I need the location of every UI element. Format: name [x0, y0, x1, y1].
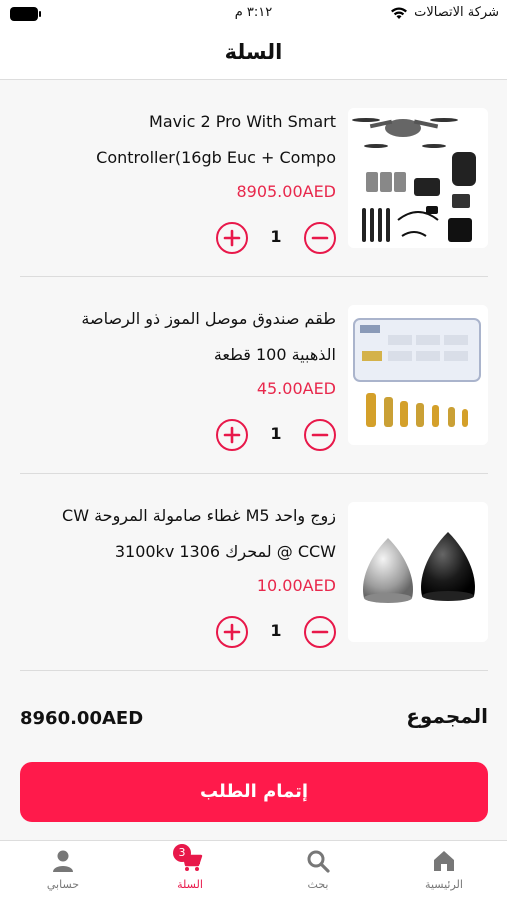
product-title-line2: الذهبية 100 قطعة: [213, 345, 336, 364]
quantity-value: 1: [270, 227, 282, 246]
product-title-line1: زوج واحد M5 غطاء صامولة المروحة CW: [62, 506, 336, 525]
status-bar: ٣:١٢ م شركة الاتصالات: [0, 0, 507, 30]
decrease-quantity-button[interactable]: [304, 222, 336, 254]
product-title[interactable]: Mavic 2 Pro With Smart Controller(16gb E…: [36, 104, 336, 176]
product-title[interactable]: زوج واحد M5 غطاء صامولة المروحة CW CCW @…: [36, 498, 336, 570]
product-title-line1: طقم صندوق موصل الموز ذو الرصاصة: [81, 309, 336, 328]
checkout-button[interactable]: إتمام الطلب: [20, 762, 488, 822]
increase-quantity-button[interactable]: [216, 419, 248, 451]
quantity-value: 1: [270, 621, 282, 640]
product-price: 45.00AED: [256, 379, 336, 398]
nav-search[interactable]: بحث: [255, 841, 381, 900]
nav-home[interactable]: الرئيسية: [381, 841, 507, 900]
cart-item: طقم صندوق موصل الموز ذو الرصاصة الذهبية …: [20, 277, 488, 474]
quantity-value: 1: [270, 424, 282, 443]
user-icon: [53, 850, 73, 872]
header: السلة: [0, 30, 507, 80]
product-price: 8905.00AED: [236, 182, 336, 201]
carrier-name: شركة الاتصالات: [414, 5, 499, 20]
product-image[interactable]: [348, 108, 488, 248]
cart-item: Mavic 2 Pro With Smart Controller(16gb E…: [20, 80, 488, 277]
decrease-quantity-button[interactable]: [304, 419, 336, 451]
total-label: المجموع: [406, 704, 488, 728]
nav-cart-label: السلة: [177, 878, 203, 891]
page-title: السلة: [224, 40, 283, 64]
product-title-line2: CCW @ لمحرك 1306 3100kv: [114, 542, 336, 561]
total-row: 8960.00AED المجموع: [20, 700, 488, 740]
product-image[interactable]: [348, 502, 488, 642]
increase-quantity-button[interactable]: [216, 222, 248, 254]
nav-search-label: بحث: [307, 878, 329, 891]
product-image[interactable]: [348, 305, 488, 445]
total-value: 8960.00AED: [20, 708, 144, 729]
product-title[interactable]: طقم صندوق موصل الموز ذو الرصاصة الذهبية …: [36, 301, 336, 373]
quantity-stepper: 1: [216, 614, 336, 648]
product-price: 10.00AED: [256, 576, 336, 595]
decrease-quantity-button[interactable]: [304, 616, 336, 648]
cart-icon-wrap: 3: [173, 844, 203, 874]
increase-quantity-button[interactable]: [216, 616, 248, 648]
quantity-stepper: 1: [216, 220, 336, 254]
nav-home-label: الرئيسية: [425, 878, 463, 891]
nav-account[interactable]: حسابي: [0, 841, 126, 900]
product-title-line1: Mavic 2 Pro With Smart: [149, 112, 336, 131]
search-icon: [307, 850, 330, 873]
minus-icon: [311, 433, 329, 437]
status-carrier: شركة الاتصالات: [390, 5, 499, 20]
nav-account-label: حسابي: [46, 878, 80, 891]
cart-count-badge: 3: [173, 844, 191, 862]
cart-item: زوج واحد M5 غطاء صامولة المروحة CW CCW @…: [20, 474, 488, 671]
wifi-icon: [391, 7, 408, 19]
plus-icon: [223, 426, 241, 444]
plus-icon: [223, 229, 241, 247]
bottom-nav: الرئيسية بحث 3 السلة حسابي: [0, 840, 507, 900]
nav-cart[interactable]: 3 السلة: [127, 841, 253, 900]
minus-icon: [311, 236, 329, 240]
minus-icon: [311, 630, 329, 634]
quantity-stepper: 1: [216, 417, 336, 451]
plus-icon: [223, 623, 241, 641]
home-icon: [434, 851, 454, 871]
product-title-line2: Controller(16gb Euc + Compo: [96, 148, 336, 167]
